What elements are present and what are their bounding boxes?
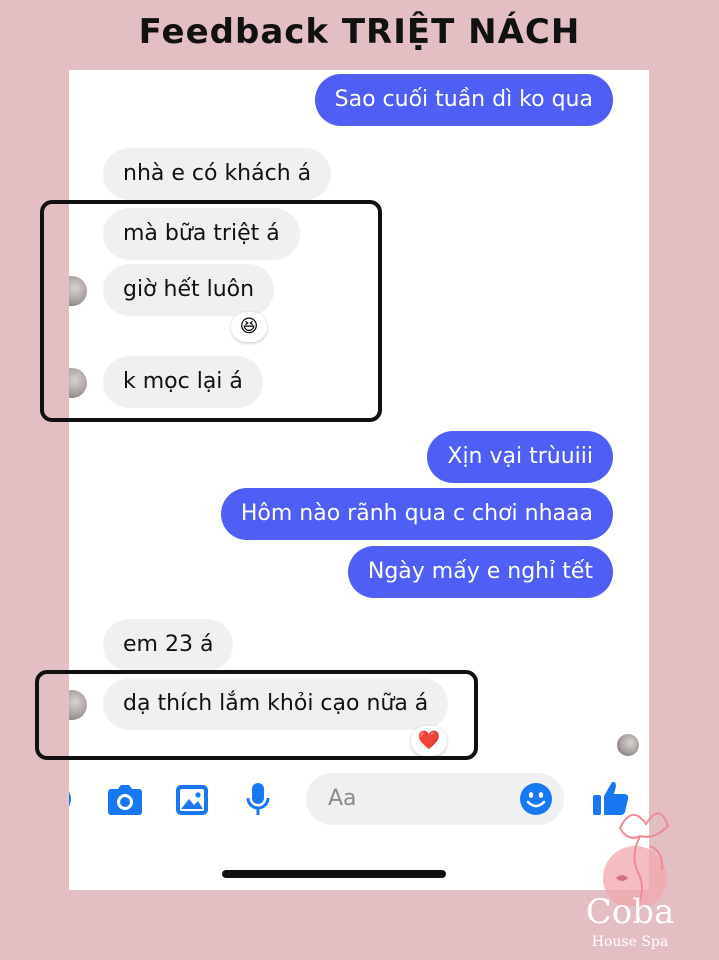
message-bubble-outgoing[interactable]: Xịn vại trùuiii [427,431,613,483]
chat-panel: Sao cuối tuần dì ko qua nhà e có khách á… [69,70,649,890]
more-actions-icon[interactable] [69,784,75,818]
logo-name: Coba [585,892,675,932]
logo-subtitle: House Spa [591,934,669,950]
message-bubble-outgoing[interactable]: Hôm nào rãnh qua c chơi nhaaa [220,488,613,540]
microphone-icon[interactable] [245,782,271,822]
message-bubble-incoming[interactable]: nhà e có khách á [103,148,332,200]
message-bubble-incoming[interactable]: em 23 á [103,619,234,671]
brand-logo: Coba House Spa [580,796,715,956]
message-bubble-outgoing[interactable]: Sao cuối tuần dì ko qua [314,74,613,126]
highlight-box [40,200,382,422]
page-title: Feedback TRIỆT NÁCH [138,12,581,52]
input-placeholder: Aa [328,786,357,811]
highlight-box [35,670,478,760]
logo-flower-icon [603,812,670,910]
message-bubble-outgoing[interactable]: Ngày mấy e nghỉ tết [347,546,613,598]
image-icon[interactable] [175,784,209,820]
home-indicator [222,870,446,878]
camera-icon[interactable] [107,784,143,820]
read-receipt-avatar [617,734,639,756]
emoji-icon[interactable] [519,782,553,820]
